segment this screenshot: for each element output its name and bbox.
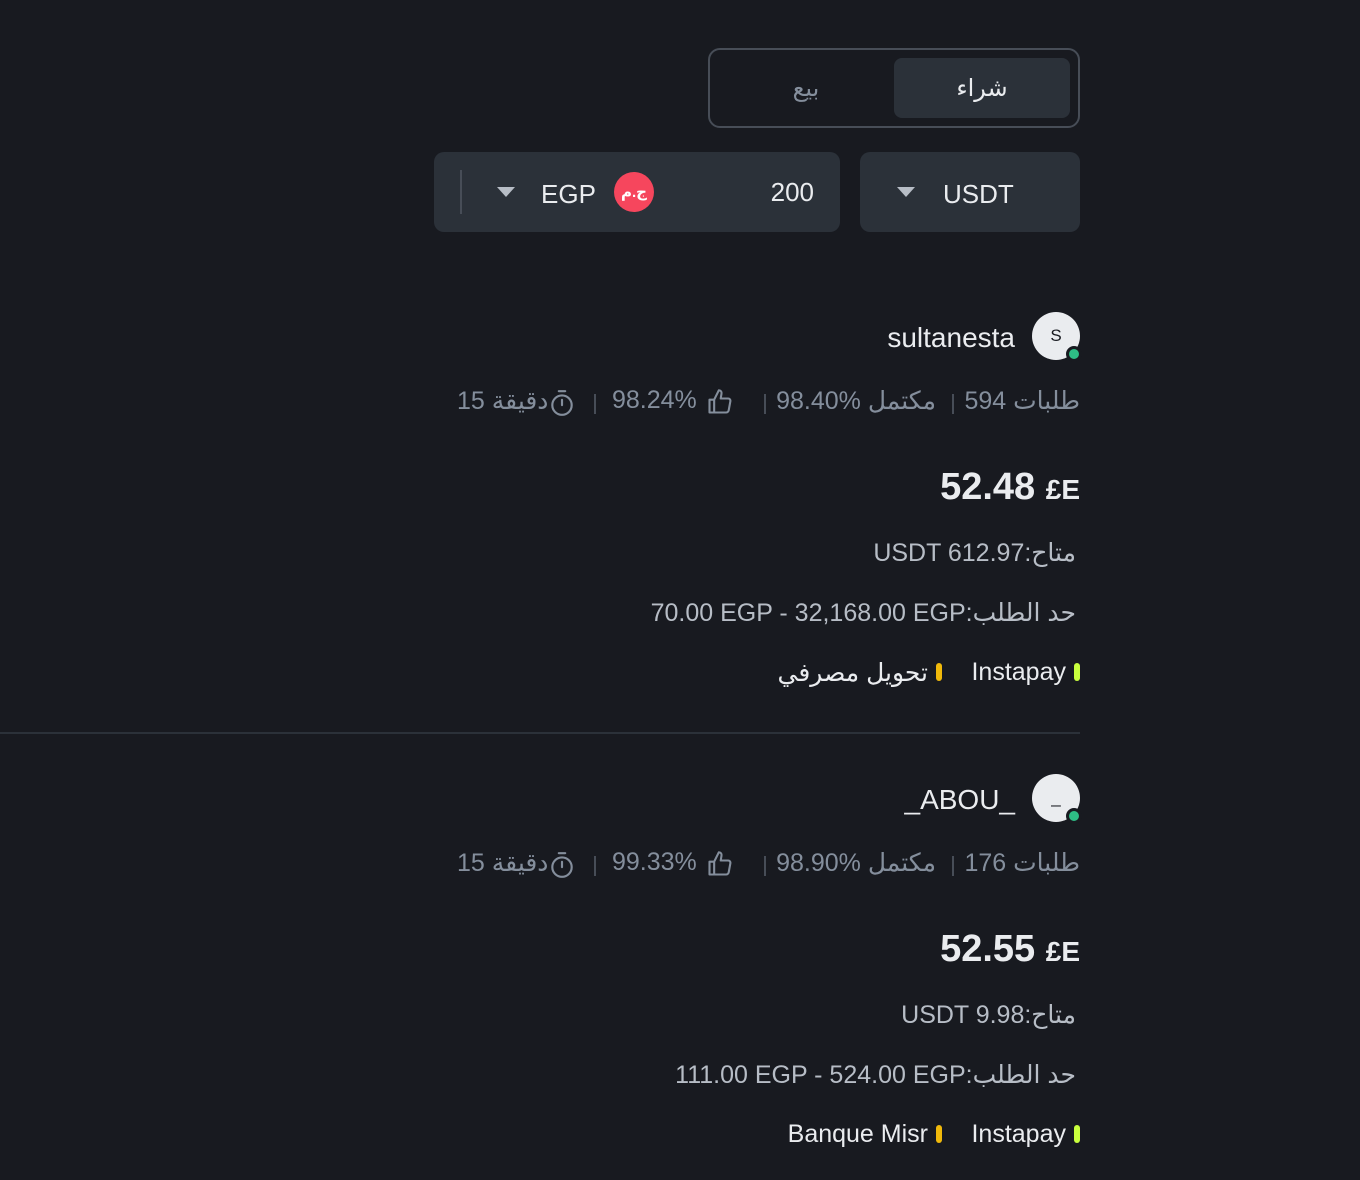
orders-count: 594 طلبات xyxy=(964,387,1080,415)
positive-feedback-rate: 98.24% xyxy=(612,386,697,414)
payment-method-color-bar xyxy=(1074,663,1080,681)
response-time: 15 دقيقة xyxy=(457,849,549,877)
fiat-currency-label[interactable]: EGP xyxy=(541,179,596,210)
timer-icon xyxy=(549,851,575,879)
available-amount: USDT 612.97:متاح xyxy=(873,539,1076,567)
orders-count: 176 طلبات xyxy=(964,849,1080,877)
completion-rate: 98.40% مكتمل xyxy=(776,387,936,415)
price-currency: £E xyxy=(1045,936,1080,967)
price: 52.48 £E xyxy=(940,466,1080,509)
online-status-indicator xyxy=(1066,346,1082,362)
payment-method-color-bar xyxy=(936,1125,942,1143)
avatar[interactable]: _ xyxy=(1032,774,1082,824)
thumbs-up-icon xyxy=(706,850,734,878)
advertiser-stats: 594 طلبات 98.40% مكتمل 98.24% 15 دقيقة xyxy=(400,386,1080,422)
order-limit: 70.00 EGP - 32,168.00 EGP:حد الطلب xyxy=(650,599,1076,627)
payment-method: Banque Misr xyxy=(787,1120,928,1148)
offer-divider xyxy=(0,732,1080,734)
payment-method: Instapay xyxy=(971,658,1066,686)
amount-input[interactable] xyxy=(664,152,814,232)
avatar-letter: _ xyxy=(1051,788,1061,807)
divider xyxy=(764,394,766,414)
egp-currency-icon: ج.م xyxy=(614,172,654,212)
tab-buy[interactable]: شراء xyxy=(894,58,1070,118)
completion-rate: 98.90% مكتمل xyxy=(776,849,936,877)
avatar[interactable]: S xyxy=(1032,312,1082,362)
advertiser-stats: 176 طلبات 98.90% مكتمل 99.33% 15 دقيقة xyxy=(400,848,1080,884)
response-time: 15 دقيقة xyxy=(457,387,549,415)
trade-side-toggle: بيع شراء xyxy=(708,48,1080,128)
thumbs-up-icon xyxy=(706,388,734,416)
advertiser-name[interactable]: sultanesta xyxy=(887,322,1015,354)
price-value: 52.48 xyxy=(940,466,1036,508)
avatar-letter: S xyxy=(1050,326,1062,345)
fiat-amount-selector[interactable]: EGP ج.م xyxy=(434,152,840,232)
payment-method-color-bar xyxy=(936,663,942,681)
divider xyxy=(460,170,462,214)
timer-icon xyxy=(549,389,575,417)
available-amount: USDT 9.98:متاح xyxy=(901,1001,1076,1029)
tab-sell[interactable]: بيع xyxy=(718,58,894,118)
chevron-down-icon[interactable] xyxy=(897,187,915,197)
payment-method: تحويل مصرفي xyxy=(777,659,928,687)
price-currency: £E xyxy=(1045,474,1080,505)
asset-label[interactable]: USDT xyxy=(943,179,1014,210)
divider xyxy=(594,394,596,414)
payment-method-color-bar xyxy=(1074,1125,1080,1143)
divider xyxy=(952,394,954,414)
advertiser-name[interactable]: _ABOU_ xyxy=(905,784,1016,816)
chevron-down-icon[interactable] xyxy=(497,187,515,197)
divider xyxy=(764,856,766,876)
price-value: 52.55 xyxy=(940,928,1036,970)
payment-method: Instapay xyxy=(971,1120,1066,1148)
positive-feedback-rate: 99.33% xyxy=(612,848,697,876)
divider xyxy=(952,856,954,876)
online-status-indicator xyxy=(1066,808,1082,824)
divider xyxy=(594,856,596,876)
asset-selector[interactable]: USDT xyxy=(860,152,1080,232)
order-limit: 111.00 EGP - 524.00 EGP:حد الطلب xyxy=(675,1061,1076,1089)
price: 52.55 £E xyxy=(940,928,1080,971)
